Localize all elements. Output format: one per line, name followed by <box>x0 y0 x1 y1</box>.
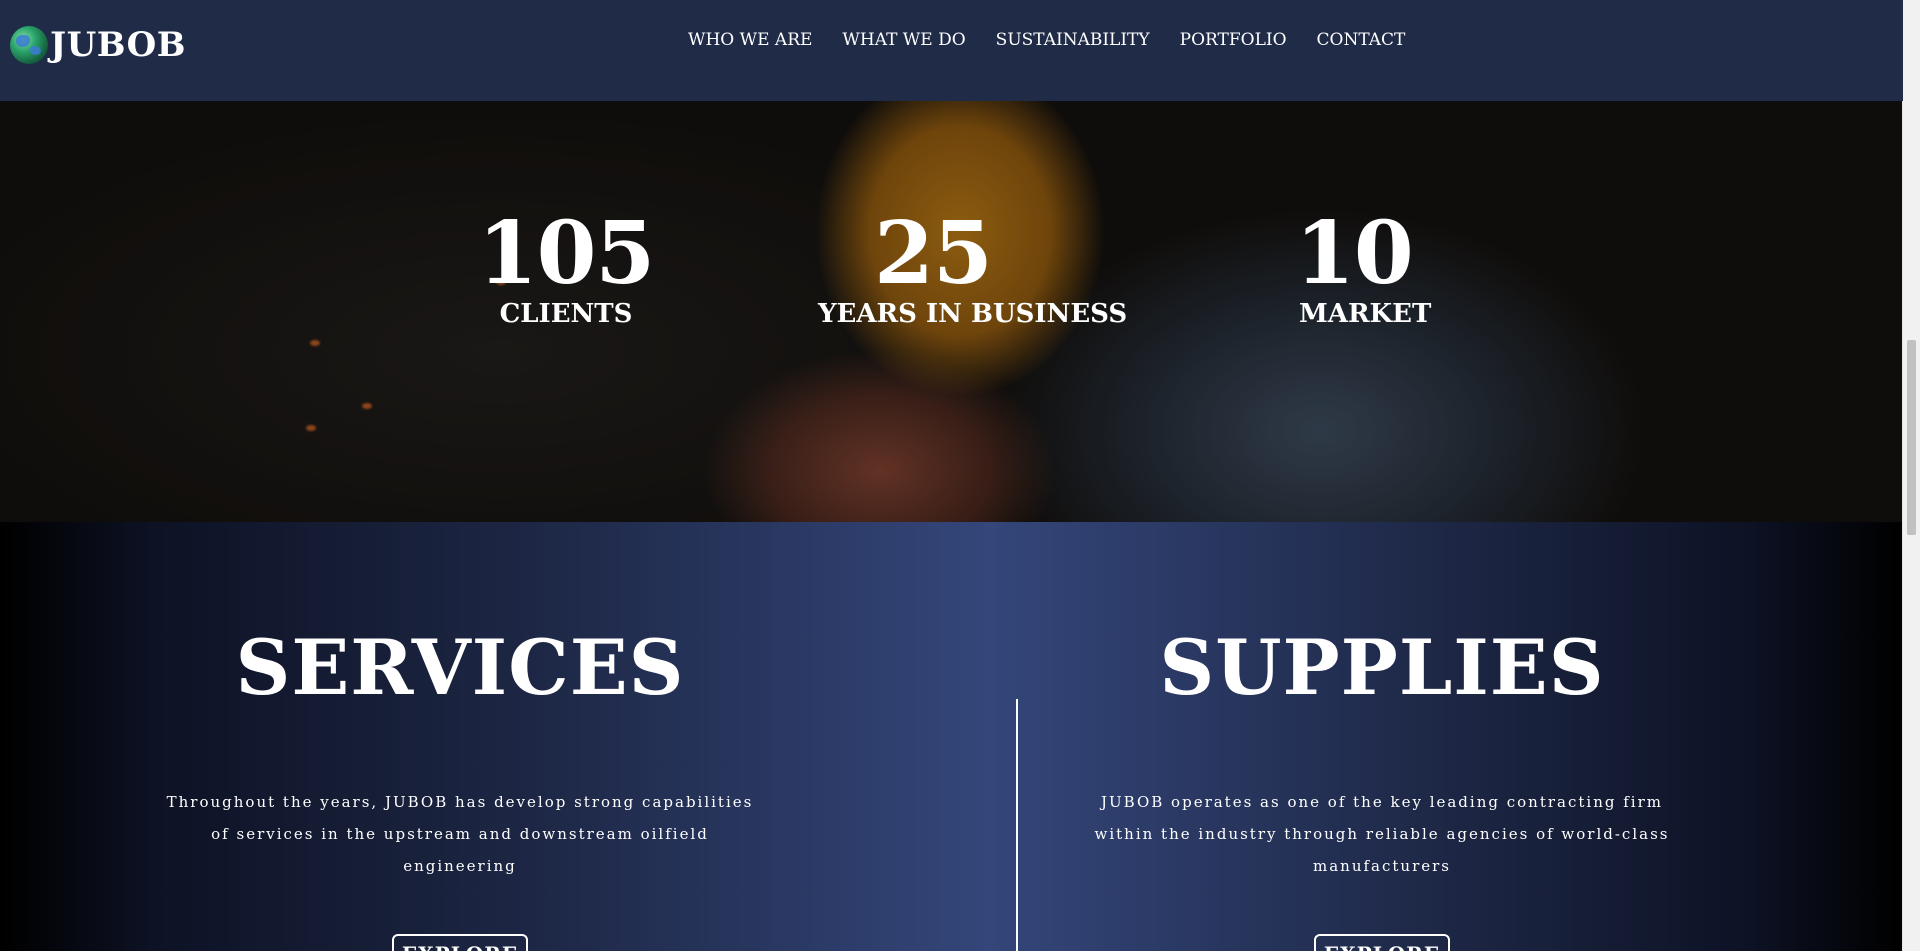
nav-item-what-we-do[interactable]: WHAT WE DO <box>842 30 965 50</box>
logo-text: JUBOB <box>50 25 186 65</box>
services-column: SERVICES Throughout the years, JUBOB has… <box>160 522 760 951</box>
services-description: Throughout the years, JUBOB has develop … <box>166 793 754 875</box>
logo[interactable]: JUBOB <box>10 26 186 64</box>
spark-decoration <box>362 403 372 409</box>
stat-number: 25 <box>874 203 993 304</box>
site-header: JUBOB WHO WE ARE WHAT WE DO SUSTAINABILI… <box>0 0 1903 101</box>
nav-item-contact[interactable]: CONTACT <box>1317 30 1406 50</box>
supplies-title: SUPPLIES <box>1159 623 1605 712</box>
nav-item-portfolio[interactable]: PORTFOLIO <box>1180 30 1287 50</box>
stat-market: 10 MARKET <box>1280 203 1440 330</box>
stat-label: YEARS IN BUSINESS <box>818 299 1128 329</box>
services-supplies-section: SERVICES Throughout the years, JUBOB has… <box>0 522 1903 951</box>
main-nav: WHO WE ARE WHAT WE DO SUSTAINABILITY POR… <box>688 30 1405 50</box>
stats-hero: 105 CLIENTS 25 YEARS IN BUSINESS 10 MARK… <box>0 101 1903 522</box>
spark-decoration <box>306 425 316 431</box>
section-divider <box>1016 699 1018 951</box>
stat-clients: 105 CLIENTS <box>466 203 666 330</box>
stat-years: 25 YEARS IN BUSINESS <box>818 211 1128 330</box>
scrollbar-thumb[interactable] <box>1907 340 1916 535</box>
page: JUBOB WHO WE ARE WHAT WE DO SUSTAINABILI… <box>0 0 1903 951</box>
globe-icon <box>10 26 48 64</box>
vertical-scrollbar[interactable] <box>1902 0 1920 951</box>
services-explore-button[interactable]: EXPLORE <box>391 934 529 951</box>
stat-label: MARKET <box>1299 299 1432 329</box>
supplies-column: SUPPLIES JUBOB operates as one of the ke… <box>1082 522 1682 951</box>
browser-viewport: JUBOB WHO WE ARE WHAT WE DO SUSTAINABILI… <box>0 0 1920 951</box>
supplies-description: JUBOB operates as one of the key leading… <box>1094 793 1670 875</box>
spark-decoration <box>310 340 320 346</box>
services-title: SERVICES <box>235 623 685 712</box>
nav-item-sustainability[interactable]: SUSTAINABILITY <box>996 30 1150 50</box>
supplies-explore-button[interactable]: EXPLORE <box>1313 934 1451 951</box>
stat-number: 10 <box>1295 203 1414 304</box>
stat-number: 105 <box>477 203 656 304</box>
nav-item-who-we-are[interactable]: WHO WE ARE <box>688 30 812 50</box>
